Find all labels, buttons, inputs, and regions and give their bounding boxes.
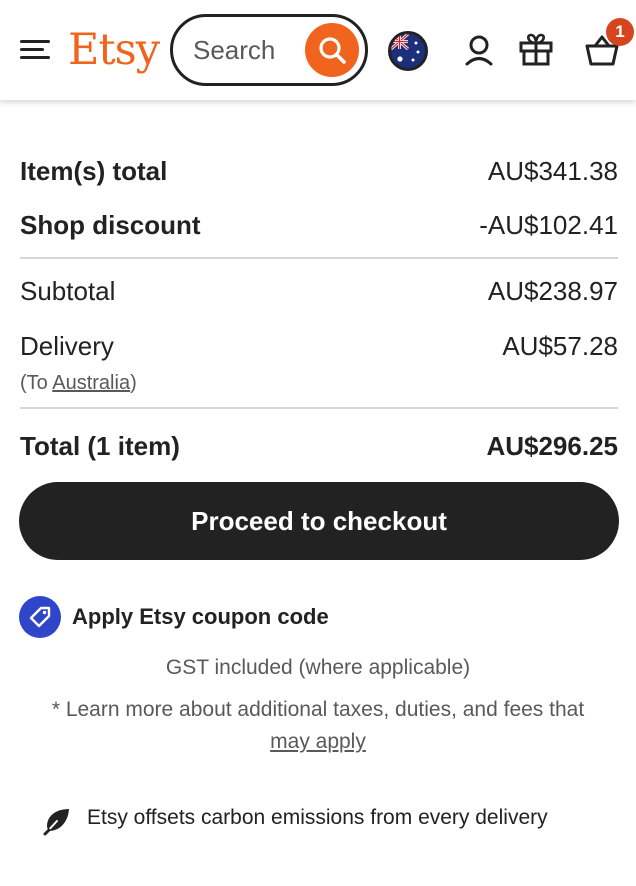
search-button[interactable] <box>305 23 359 77</box>
account-icon[interactable] <box>462 33 496 72</box>
delivery-destination-note: (To Australia) <box>20 370 137 396</box>
total-label: Total (1 item) <box>20 431 180 461</box>
subtotal-row: Subtotal AU$238.97 <box>20 273 618 309</box>
search-bar[interactable] <box>170 14 368 86</box>
shop-discount-value: -AU$102.41 <box>479 210 618 240</box>
subtotal-value: AU$238.97 <box>487 276 618 306</box>
taxes-info-label: * Learn more about additional taxes, dut… <box>51 698 585 721</box>
divider <box>20 257 618 259</box>
taxes-info-text: * Learn more about additional taxes, dut… <box>18 694 618 758</box>
delivery-note-suffix: ) <box>130 372 137 394</box>
subtotal-label: Subtotal <box>20 276 116 306</box>
search-icon <box>319 37 346 64</box>
etsy-logo[interactable]: Etsy <box>68 22 160 78</box>
top-header: Etsy Search 1 <box>0 0 636 100</box>
australia-flag-icon[interactable] <box>388 31 428 71</box>
tag-icon <box>19 596 61 638</box>
shop-discount-row: Shop discount -AU$102.41 <box>20 207 618 243</box>
delivery-note-prefix: (To <box>20 372 53 394</box>
divider <box>20 407 618 409</box>
total-row: Total (1 item) AU$296.25 <box>20 428 618 464</box>
menu-icon[interactable] <box>20 38 50 62</box>
items-total-row: Item(s) total AU$341.38 <box>20 153 618 189</box>
total-value: AU$296.25 <box>486 431 618 461</box>
leaf-icon <box>43 809 69 836</box>
delivery-row: Delivery AU$57.28 <box>20 328 618 364</box>
gst-note: GST included (where applicable) <box>165 656 471 679</box>
delivery-country-link[interactable]: Australia <box>52 372 130 394</box>
shop-discount-label: Shop discount <box>20 210 201 240</box>
carbon-offset-text: Etsy offsets carbon emissions from every… <box>87 806 548 829</box>
delivery-value: AU$57.28 <box>502 331 618 361</box>
delivery-label: Delivery <box>20 331 114 361</box>
search-input[interactable] <box>193 17 293 83</box>
cart-count-badge: 1 <box>606 18 634 46</box>
items-total-label: Item(s) total <box>20 156 168 186</box>
gift-icon[interactable] <box>518 31 554 72</box>
items-total-value: AU$341.38 <box>487 156 618 186</box>
may-apply-link[interactable]: may apply <box>270 730 366 753</box>
apply-coupon-label: Apply Etsy coupon code <box>72 604 329 629</box>
proceed-to-checkout-button[interactable]: Proceed to checkout <box>19 482 619 560</box>
